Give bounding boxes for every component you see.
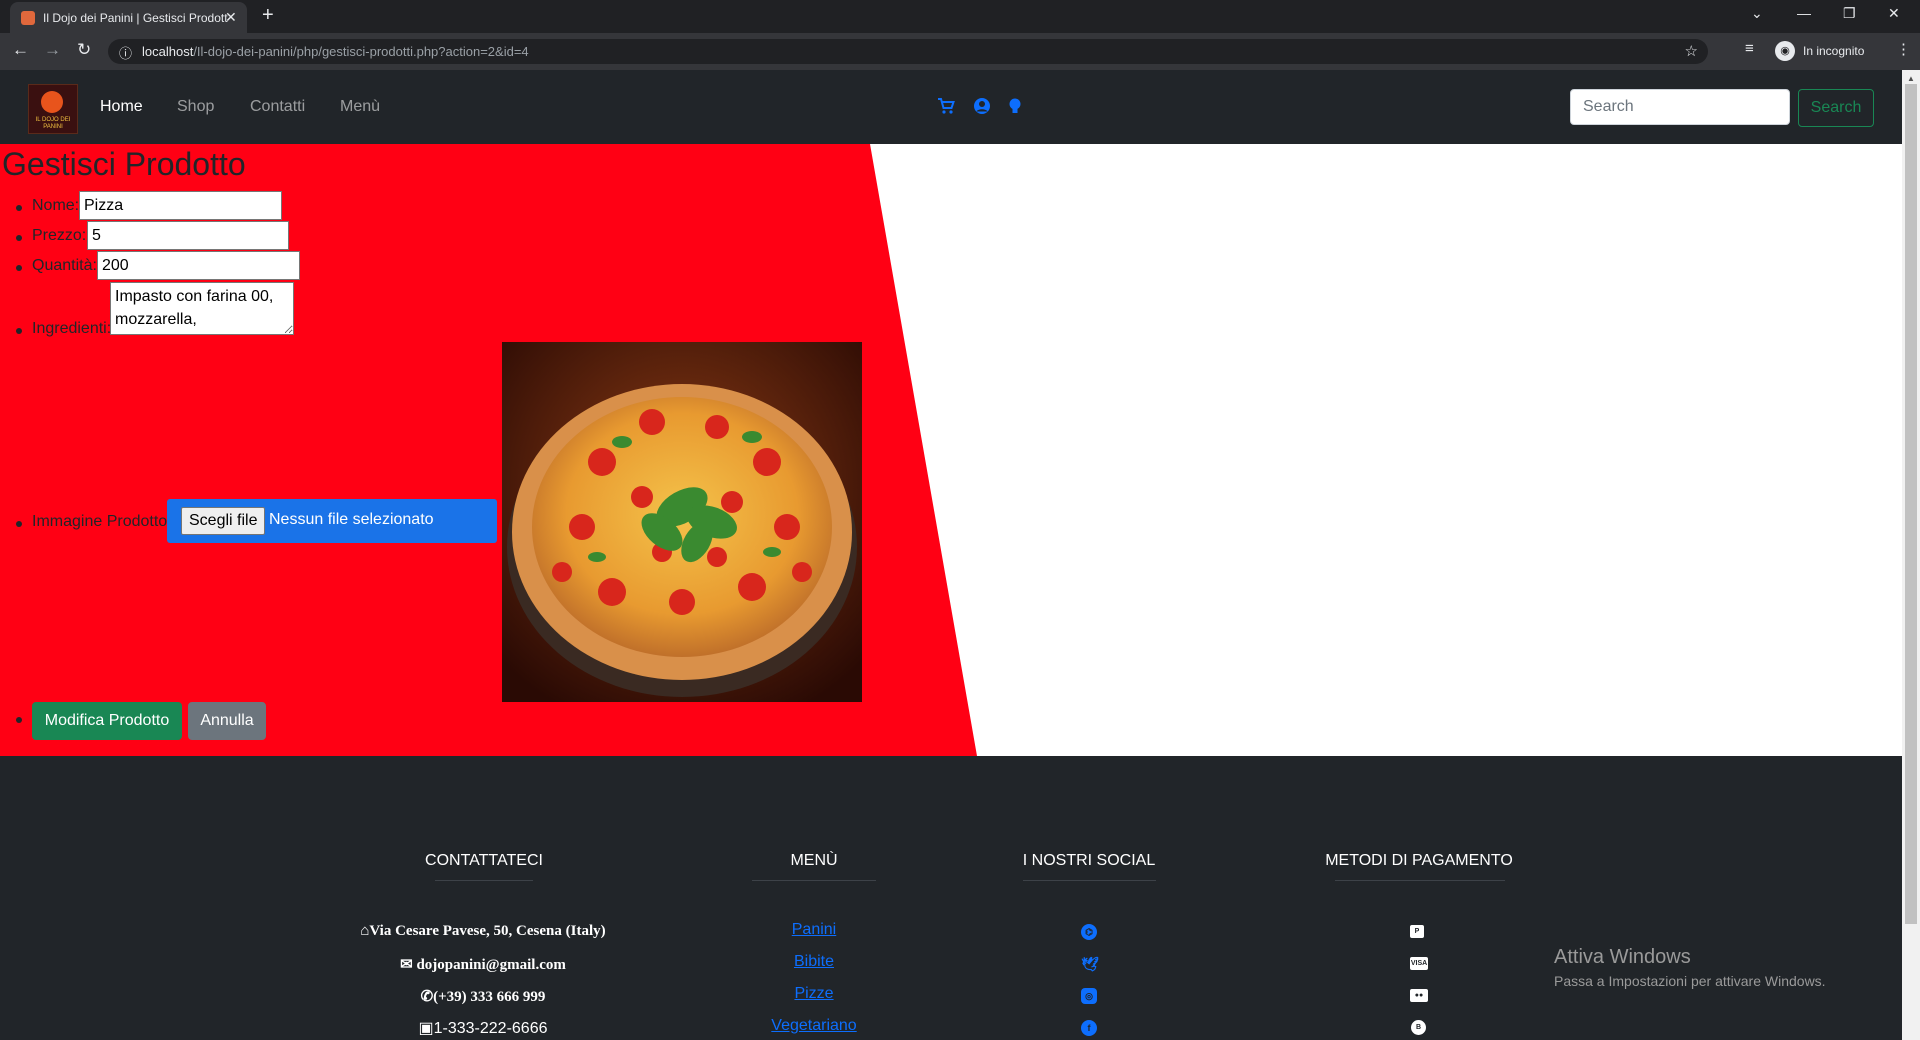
annulla-button[interactable]: Annulla xyxy=(188,702,266,740)
restore-icon[interactable]: ❐ xyxy=(1843,5,1856,22)
footer-divider xyxy=(1023,880,1156,881)
nome-input[interactable] xyxy=(79,191,282,220)
nav-link-menu[interactable]: Menù xyxy=(340,98,380,116)
url-path: /Il-dojo-dei-panini/php/gestisci-prodott… xyxy=(193,44,529,59)
page-title: Gestisci Prodotto xyxy=(2,146,246,182)
paypal-icon: P xyxy=(1410,925,1424,938)
lightbulb-icon[interactable] xyxy=(1006,97,1024,115)
footer-heading-contattateci: CONTATTATECI xyxy=(425,852,543,869)
new-tab-button[interactable]: + xyxy=(262,4,274,27)
close-window-icon[interactable]: ✕ xyxy=(1888,5,1900,22)
ingredienti-textarea[interactable]: Impasto con farina 00, mozzarella, xyxy=(110,282,294,335)
footer-link-vegetariano[interactable]: Vegetariano xyxy=(754,1017,874,1035)
footer-phone: ✆(+39) 333 666 999 xyxy=(348,987,618,1006)
url-text: localhost/Il-dojo-dei-panini/php/gestisc… xyxy=(142,44,529,59)
scrollbar-thumb[interactable] xyxy=(1905,84,1917,924)
immagine-label: Immagine Prodotto: xyxy=(32,513,172,530)
site-logo[interactable]: IL DOJO DEI PANINI xyxy=(28,84,78,134)
tab-title: Il Dojo dei Panini | Gestisci Prodotto xyxy=(43,11,228,25)
search-button[interactable]: Search xyxy=(1798,89,1874,127)
bitcoin-icon: B xyxy=(1411,1020,1426,1035)
footer-address-text: Via Cesare Pavese, 50, Cesena (Italy) xyxy=(369,923,606,939)
list-bullet xyxy=(16,265,22,271)
user-icon[interactable] xyxy=(973,97,991,115)
reading-list-icon[interactable]: ≡ xyxy=(1745,40,1754,57)
footer-address: ⌂Via Cesare Pavese, 50, Cesena (Italy) xyxy=(348,923,618,940)
footer-email-text: dojopanini@gmail.com xyxy=(416,957,566,973)
manage-product-section: Gestisci Prodotto Nome: Prezzo: Quantità… xyxy=(0,144,1902,756)
phone-icon: ✆ xyxy=(420,989,434,1005)
file-status: Nessun file selezionato xyxy=(269,511,434,528)
footer-fax-text: 1-333-222-6666 xyxy=(433,1020,548,1037)
footer-heading-pagamento: METODI DI PAGAMENTO xyxy=(1325,852,1513,869)
mastercard-icon: ●● xyxy=(1410,989,1428,1002)
browser-address-bar: ← → ↻ ⓘ localhost/Il-dojo-dei-panini/php… xyxy=(0,33,1920,70)
footer-heading-social: I NOSTRI SOCIAL xyxy=(1022,852,1156,869)
list-bullet xyxy=(16,235,22,241)
page-scrollbar[interactable]: ▲ xyxy=(1902,70,1920,1040)
incognito-icon: ◉ xyxy=(1775,41,1795,61)
minimize-icon[interactable]: — xyxy=(1797,5,1811,21)
nav-link-contatti[interactable]: Contatti xyxy=(250,98,305,116)
url-host: localhost xyxy=(142,44,194,59)
incognito-indicator[interactable]: ◉ In incognito xyxy=(1775,39,1885,63)
site-info-icon[interactable]: ⓘ xyxy=(119,43,132,62)
footer-heading-menu: MENÙ xyxy=(790,852,838,869)
windows-watermark-subtitle: Passa a Impostazioni per attivare Window… xyxy=(1554,973,1826,989)
list-bullet xyxy=(16,521,22,527)
tab-favicon-icon xyxy=(21,11,35,25)
choose-file-button[interactable]: Scegli file xyxy=(181,507,266,535)
scroll-up-arrow-icon[interactable]: ▲ xyxy=(1907,74,1915,83)
list-bullet xyxy=(16,328,22,334)
list-bullet xyxy=(16,717,22,723)
tab-search-icon[interactable]: ⌄ xyxy=(1751,5,1763,22)
footer-divider xyxy=(752,880,876,881)
footer-divider xyxy=(1335,880,1505,881)
footer-email: ✉ dojopanini@gmail.com xyxy=(348,955,618,974)
visa-icon: VISA xyxy=(1410,957,1428,970)
facebook-icon[interactable]: f xyxy=(1081,1020,1097,1036)
bookmark-star-icon[interactable]: ☆ xyxy=(1685,42,1698,60)
file-input[interactable]: Scegli file Nessun file selezionato xyxy=(167,499,497,543)
back-icon[interactable]: ← xyxy=(12,40,29,60)
footer-link-panini[interactable]: Panini xyxy=(754,921,874,939)
list-bullet xyxy=(16,205,22,211)
envelope-icon: ✉ xyxy=(400,957,417,973)
incognito-label: In incognito xyxy=(1803,44,1865,58)
ingredienti-label: Ingredienti: xyxy=(32,320,112,337)
url-field[interactable]: ⓘ localhost/Il-dojo-dei-panini/php/gesti… xyxy=(108,39,1708,64)
footer-link-bibite[interactable]: Bibite xyxy=(754,953,874,971)
quantita-label: Quantità: xyxy=(32,257,97,274)
site-footer: CONTATTATECI ⌂Via Cesare Pavese, 50, Ces… xyxy=(0,756,1902,1040)
github-icon[interactable]: ⌬ xyxy=(1081,924,1097,940)
footer-link-pizze[interactable]: Pizze xyxy=(754,985,874,1003)
modifica-prodotto-button[interactable]: Modifica Prodotto xyxy=(32,702,182,740)
browser-menu-icon[interactable]: ⋮ xyxy=(1896,40,1911,58)
search-input[interactable] xyxy=(1570,89,1790,125)
nome-label: Nome: xyxy=(32,197,80,214)
quantita-input[interactable] xyxy=(97,251,300,280)
cart-icon[interactable] xyxy=(937,97,955,115)
logo-text: IL DOJO DEI PANINI xyxy=(35,117,71,130)
reload-icon[interactable]: ↻ xyxy=(77,40,91,60)
nav-link-shop[interactable]: Shop xyxy=(177,98,214,116)
product-image-pizza xyxy=(502,342,862,702)
nav-link-home[interactable]: Home xyxy=(100,98,143,116)
site-navbar: IL DOJO DEI PANINI Home Shop Contatti Me… xyxy=(0,70,1902,144)
footer-divider xyxy=(435,880,533,881)
twitter-icon[interactable]: 🕊 xyxy=(1081,956,1099,972)
tab-close-icon[interactable]: ✕ xyxy=(225,9,237,26)
logo-emblem xyxy=(41,91,63,113)
prezzo-label: Prezzo: xyxy=(32,227,87,244)
fax-icon: ▣ xyxy=(418,1020,434,1037)
browser-tab[interactable]: Il Dojo dei Panini | Gestisci Prodotto ✕ xyxy=(10,2,247,33)
instagram-icon[interactable]: ◎ xyxy=(1081,988,1097,1004)
browser-tab-bar: Il Dojo dei Panini | Gestisci Prodotto ✕… xyxy=(0,0,1920,33)
footer-fax: ▣1-333-222-6666 xyxy=(348,1018,618,1038)
footer-phone-text: (+39) 333 666 999 xyxy=(433,989,546,1005)
windows-watermark-title: Attiva Windows xyxy=(1554,946,1691,968)
forward-icon[interactable]: → xyxy=(44,40,61,60)
prezzo-input[interactable] xyxy=(87,221,289,250)
